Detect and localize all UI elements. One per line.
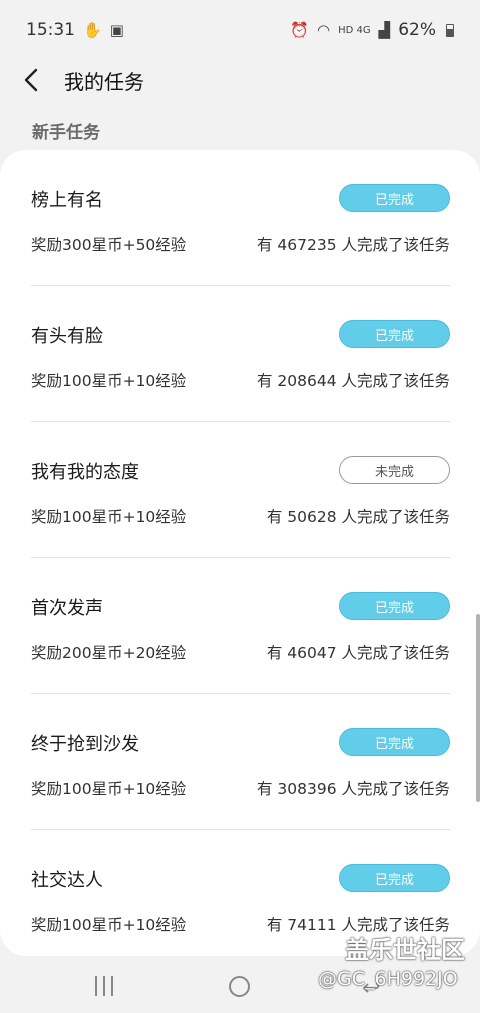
network-type-label: HD 4G [338,24,371,36]
task-reward: 奖励200星币+20经验 [31,644,187,662]
notification-app-icon: ✋ [83,21,102,39]
task-item: 有头有脸 已完成 奖励100星币+10经验 有 208644 人完成了该任务 [31,286,450,422]
battery-icon [446,23,454,37]
task-completion-count: 有 46047 人完成了该任务 [266,644,450,662]
task-item: 首次发声 已完成 奖励200星币+20经验 有 46047 人完成了该任务 [31,558,450,694]
task-completion-count: 有 467235 人完成了该任务 [256,236,450,254]
task-name: 社交达人 [31,870,103,891]
task-completion-count: 有 308396 人完成了该任务 [256,780,450,798]
task-status-button[interactable]: 已完成 [339,320,450,348]
task-reward: 奖励100星币+10经验 [31,508,187,526]
scrollbar[interactable] [476,614,480,802]
recents-button[interactable] [95,976,113,996]
watermark-username: @GC_6H992JO [318,968,458,990]
task-item: 榜上有名 已完成 奖励300星币+50经验 有 467235 人完成了该任务 [31,150,450,286]
page-title: 我的任务 [64,69,144,94]
task-completion-count: 有 208644 人完成了该任务 [256,372,450,390]
task-status-button[interactable]: 未完成 [339,456,450,484]
wifi-icon: ◠ [317,21,331,39]
task-item: 终于抢到沙发 已完成 奖励100星币+10经验 有 308396 人完成了该任务 [31,694,450,830]
task-name: 我有我的态度 [31,462,139,483]
task-status-button[interactable]: 已完成 [339,184,450,212]
task-status-button[interactable]: 已完成 [339,864,450,892]
recents-icon [95,976,97,996]
watermark-brand: 盖乐世社区 [345,936,465,964]
signal-icon: ▟ [378,21,391,39]
section-title: 新手任务 [32,123,100,143]
gallery-notification-icon: ▣ [109,21,124,39]
task-reward: 奖励100星币+10经验 [31,916,187,934]
back-button[interactable] [18,67,44,93]
task-reward: 奖励300星币+50经验 [31,236,187,254]
battery-percent: 62% [398,20,436,40]
task-item: 我有我的态度 未完成 奖励100星币+10经验 有 50628 人完成了该任务 [31,422,450,558]
task-name: 榜上有名 [31,190,103,211]
alarm-icon: ⏰ [290,21,310,39]
task-status-button[interactable]: 已完成 [339,592,450,620]
task-list-card: 榜上有名 已完成 奖励300星币+50经验 有 467235 人完成了该任务 有… [0,150,480,956]
task-name: 首次发声 [31,598,103,619]
status-time: 15:31 [26,20,75,40]
task-completion-count: 有 50628 人完成了该任务 [266,508,450,526]
chevron-left-icon [24,68,38,92]
task-reward: 奖励100星币+10经验 [31,780,187,798]
task-reward: 奖励100星币+10经验 [31,372,187,390]
task-name: 终于抢到沙发 [31,734,139,755]
status-bar: 15:31 ✋ ▣ ⏰ ◠ HD 4G ▟ 62% [0,0,480,60]
task-name: 有头有脸 [31,326,103,347]
app-header: 我的任务 [0,60,480,100]
task-status-button[interactable]: 已完成 [339,728,450,756]
home-button[interactable] [229,976,250,997]
